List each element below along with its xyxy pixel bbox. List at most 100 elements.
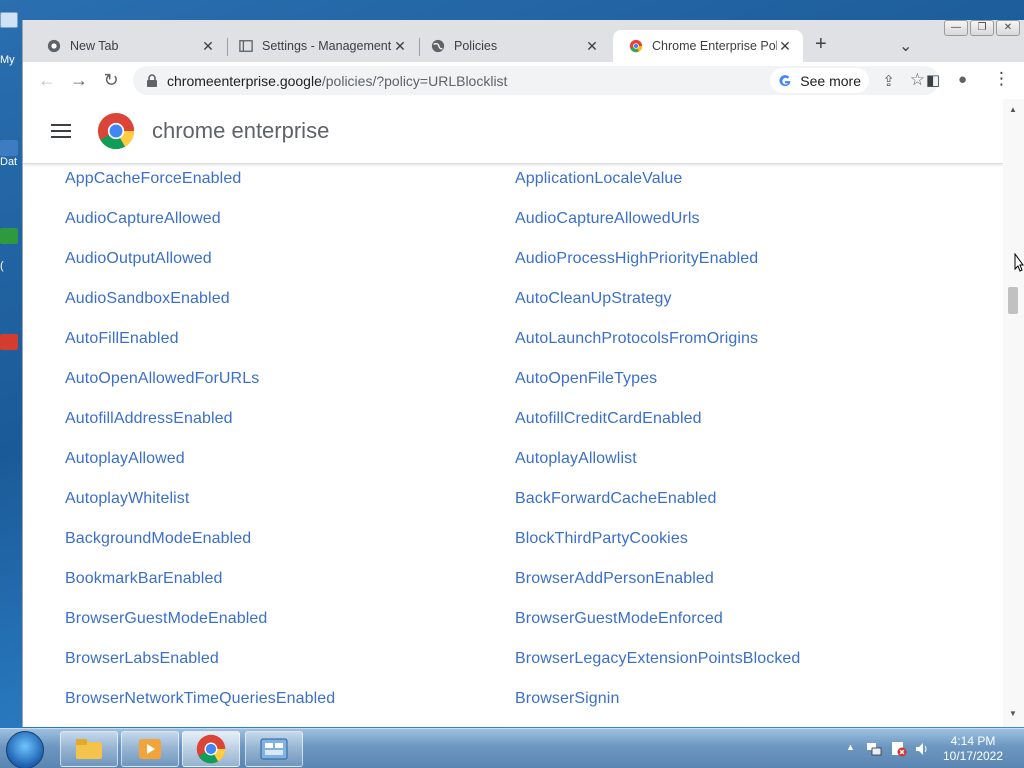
chrome-favicon-icon xyxy=(47,39,61,53)
policy-link[interactable]: ApplicationLocaleValue xyxy=(515,159,965,199)
side-panel-icon[interactable]: ◧ xyxy=(926,71,940,89)
control-panel-icon xyxy=(260,738,288,760)
globe-icon xyxy=(431,39,445,53)
taskbar-control-panel[interactable] xyxy=(245,731,303,767)
policy-row: BrowserNetworkTimeQueriesEnabled BrowserS… xyxy=(65,690,965,727)
show-hidden-icons-button[interactable]: ▲ xyxy=(846,742,855,752)
desktop-icon-computer[interactable]: My xyxy=(0,12,22,66)
desktop-icon-red[interactable] xyxy=(0,334,22,350)
computer-icon xyxy=(0,12,18,28)
policy-link[interactable]: BackgroundModeEnabled xyxy=(65,519,515,559)
system-clock[interactable]: 4:14 PM 10/17/2022 xyxy=(938,734,1008,764)
policy-link[interactable]: AutoFillEnabled xyxy=(65,319,515,359)
address-bar[interactable]: chromeenterprise.google/policies/?policy… xyxy=(133,66,939,95)
policy-link[interactable]: BackForwardCacheEnabled xyxy=(515,479,965,519)
lock-icon[interactable] xyxy=(145,73,159,88)
tab-policies[interactable]: Policies ✕ xyxy=(415,30,610,62)
tab-settings-management[interactable]: Settings - Management ✕ xyxy=(223,30,418,62)
tab-chrome-enterprise-policies[interactable]: Chrome Enterprise Polic ✕ xyxy=(613,30,803,62)
app-icon xyxy=(0,334,18,350)
close-tab-icon[interactable]: ✕ xyxy=(777,38,793,55)
policy-link[interactable]: BlockThirdPartyCookies xyxy=(515,519,965,559)
new-tab-button[interactable]: + xyxy=(815,34,827,54)
forward-button[interactable]: → xyxy=(63,65,95,97)
bookmark-star-icon[interactable]: ☆ xyxy=(910,70,925,90)
google-g-icon xyxy=(779,74,791,86)
policy-link[interactable]: BrowserAddPersonEnabled xyxy=(515,559,965,599)
app-icon xyxy=(0,228,18,244)
reload-button[interactable]: ↻ xyxy=(95,65,127,97)
policy-link[interactable]: AutoplayAllowlist xyxy=(515,439,965,479)
volume-icon[interactable] xyxy=(914,741,930,757)
desktop-icon-label: Dat xyxy=(0,156,18,168)
chrome-logo-icon[interactable] xyxy=(97,112,135,150)
policy-link[interactable]: AudioSandboxEnabled xyxy=(65,279,515,319)
url-path: /policies/?policy=URLBlocklist xyxy=(321,72,508,89)
tab-title: New Tab xyxy=(70,39,119,53)
policy-link[interactable]: BrowserGuestModeEnabled xyxy=(65,599,515,639)
policy-link[interactable]: AutofillCreditCardEnabled xyxy=(515,399,965,439)
mouse-cursor-icon xyxy=(1014,253,1024,272)
policy-link[interactable]: AutoCleanUpStrategy xyxy=(515,279,965,319)
scrollbar-thumb[interactable] xyxy=(1008,287,1018,314)
taskbar-media-player[interactable] xyxy=(121,731,179,767)
settings-page-icon xyxy=(239,40,253,52)
tab-strip: New Tab ✕ Settings - Management ✕ Polici… xyxy=(23,30,1024,62)
action-center-alert-icon[interactable] xyxy=(891,741,907,757)
menu-hamburger-icon[interactable] xyxy=(51,120,71,142)
scroll-up-arrow-icon[interactable]: ▲ xyxy=(1009,105,1017,114)
desktop-icon-app[interactable]: ( xyxy=(0,228,22,272)
page-scrollbar[interactable]: ▲ ▼ xyxy=(1003,99,1024,727)
chrome-menu-icon[interactable]: ⋮ xyxy=(993,69,1010,89)
desktop-icon-label: My xyxy=(0,54,15,66)
windows-taskbar: ▲ 4:14 PM 10/17/2022 xyxy=(0,728,1024,768)
see-more-button[interactable]: See more xyxy=(770,68,869,93)
folder-icon xyxy=(0,140,18,156)
tab-new-tab[interactable]: New Tab ✕ xyxy=(31,30,226,62)
policy-link[interactable]: AppCacheForceEnabled xyxy=(65,159,515,199)
policy-link[interactable]: BookmarkBarEnabled xyxy=(65,559,515,599)
policy-link[interactable]: AudioProcessHighPriorityEnabled xyxy=(515,239,965,279)
policy-link[interactable]: AutoOpenFileTypes xyxy=(515,359,965,399)
policy-link[interactable]: BrowserNetworkTimeQueriesEnabled xyxy=(65,679,515,719)
close-tab-icon[interactable]: ✕ xyxy=(200,38,216,55)
tab-search-button[interactable]: ⌄ xyxy=(899,36,912,56)
url-host: chromeenterprise.google xyxy=(167,72,322,89)
desktop-icon-data[interactable]: Dat xyxy=(0,140,22,168)
profile-avatar-icon[interactable]: ● xyxy=(958,71,967,88)
tab-title: Settings - Management xyxy=(262,39,392,53)
policy-link[interactable]: AutoplayAllowed xyxy=(65,439,515,479)
media-player-icon xyxy=(139,739,161,759)
policy-link[interactable]: BrowserLegacyExtensionPointsBlocked xyxy=(515,639,965,679)
taskbar-chrome[interactable] xyxy=(182,731,240,767)
see-more-label: See more xyxy=(800,72,861,89)
close-tab-icon[interactable]: ✕ xyxy=(584,38,600,55)
scroll-down-arrow-icon[interactable]: ▼ xyxy=(1009,709,1017,718)
policy-link[interactable]: AudioCaptureAllowed xyxy=(65,199,515,239)
clock-date: 10/17/2022 xyxy=(942,749,1004,763)
tab-title: Policies xyxy=(454,39,498,53)
chrome-icon xyxy=(196,734,226,764)
taskbar-explorer[interactable] xyxy=(60,731,118,767)
policy-link[interactable]: BrowserSignin xyxy=(515,679,965,719)
policy-link[interactable]: AutofillAddressEnabled xyxy=(65,399,515,439)
toolbar: ← → ↻ chromeenterprise.google/policies/?… xyxy=(23,62,1024,99)
policy-link[interactable]: AutoLaunchProtocolsFromOrigins xyxy=(515,319,965,359)
policy-link[interactable]: AutoOpenAllowedForURLs xyxy=(65,359,515,399)
desktop-icon-label: ( xyxy=(0,260,4,272)
site-header: chrome enterprise xyxy=(23,99,1003,164)
close-tab-icon[interactable]: ✕ xyxy=(392,38,408,55)
share-icon[interactable]: ⇪ xyxy=(882,72,895,90)
back-button[interactable]: ← xyxy=(31,65,63,97)
start-button[interactable] xyxy=(6,731,44,768)
browser-window: — ❐ ✕ New Tab ✕ Settings - Management ✕ … xyxy=(22,20,1024,727)
url-text[interactable]: chromeenterprise.google/policies/?policy… xyxy=(167,73,507,89)
policy-link[interactable]: AutoplayWhitelist xyxy=(65,479,515,519)
policy-link[interactable]: BrowserGuestModeEnforced xyxy=(515,599,965,639)
policy-link[interactable]: AudioCaptureAllowedUrls xyxy=(515,199,965,239)
chrome-favicon-icon xyxy=(629,39,643,53)
policy-link[interactable]: BrowserLabsEnabled xyxy=(65,639,515,679)
network-icon[interactable] xyxy=(866,741,882,757)
brand-name[interactable]: chrome enterprise xyxy=(152,118,329,144)
policy-link[interactable]: AudioOutputAllowed xyxy=(65,239,515,279)
